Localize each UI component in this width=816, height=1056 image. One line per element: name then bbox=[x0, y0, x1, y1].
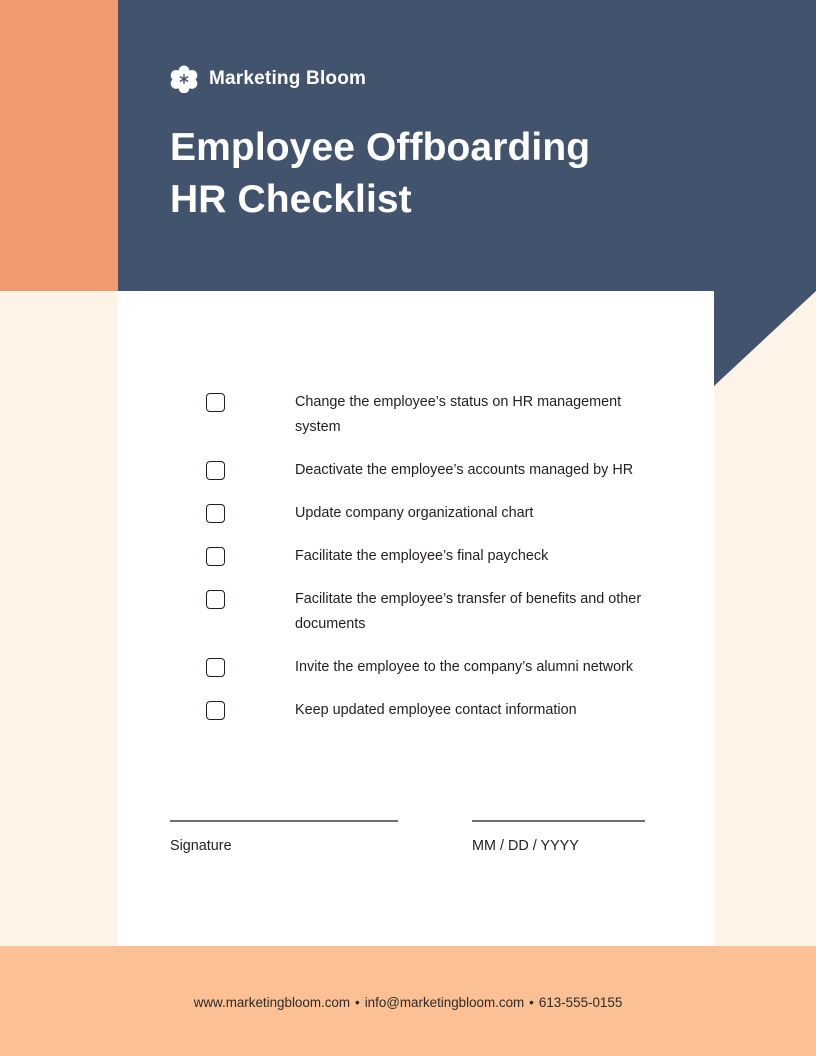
signature-field[interactable]: Signature bbox=[170, 820, 398, 856]
checkbox-icon[interactable] bbox=[206, 461, 225, 480]
checkbox-icon[interactable] bbox=[206, 701, 225, 720]
footer-separator-icon: • bbox=[529, 995, 534, 1010]
footer-email: info@marketingbloom.com bbox=[364, 995, 525, 1010]
page-title: Employee Offboarding HR Checklist bbox=[170, 122, 690, 226]
list-item[interactable]: Change the employee’s status on HR manag… bbox=[206, 390, 656, 440]
date-field[interactable]: MM / DD / YYYY bbox=[472, 820, 645, 856]
footer-phone: 613-555-0155 bbox=[538, 995, 623, 1010]
footer-contact-info: www.marketingbloom.com • info@marketingblo… bbox=[0, 993, 816, 1013]
signature-label: Signature bbox=[170, 838, 232, 854]
page-title-line-1: Employee Offboarding bbox=[170, 126, 591, 169]
list-item[interactable]: Update company organizational chart bbox=[206, 501, 656, 526]
date-line bbox=[472, 820, 645, 822]
list-item[interactable]: Invite the employee to the company’s alu… bbox=[206, 655, 656, 680]
brand-logo: Marketing Bloom bbox=[170, 62, 366, 96]
checkbox-icon[interactable] bbox=[206, 590, 225, 609]
checklist-item-label: Change the employee’s status on HR manag… bbox=[295, 394, 622, 435]
brand-name: Marketing Bloom bbox=[209, 68, 367, 89]
footer-separator-icon: • bbox=[355, 995, 360, 1010]
checkbox-icon[interactable] bbox=[206, 504, 225, 523]
date-label: MM / DD / YYYY bbox=[472, 838, 579, 854]
checklist-item-label: Invite the employee to the company’s alu… bbox=[295, 659, 634, 675]
checkbox-icon[interactable] bbox=[206, 547, 225, 566]
checklist-item-label: Keep updated employee contact informatio… bbox=[295, 702, 577, 718]
checkbox-icon[interactable] bbox=[206, 393, 225, 412]
signature-line bbox=[170, 820, 398, 822]
list-item[interactable]: Deactivate the employee’s accounts manag… bbox=[206, 458, 656, 483]
list-item[interactable]: Facilitate the employee’s transfer of be… bbox=[206, 587, 656, 637]
footer-website: www.marketingbloom.com bbox=[193, 995, 350, 1010]
checklist-item-label: Facilitate the employee’s final paycheck bbox=[295, 548, 549, 564]
checklist-item-label: Deactivate the employee’s accounts manag… bbox=[295, 462, 634, 478]
page-title-line-2: HR Checklist bbox=[170, 178, 412, 221]
checklist-item-label: Update company organizational chart bbox=[295, 505, 534, 521]
flower-blossom-icon bbox=[170, 65, 198, 94]
checklist: Change the employee’s status on HR manag… bbox=[206, 390, 656, 741]
list-item[interactable]: Keep updated employee contact informatio… bbox=[206, 698, 656, 723]
list-item[interactable]: Facilitate the employee’s final paycheck bbox=[206, 544, 656, 569]
checklist-item-label: Facilitate the employee’s transfer of be… bbox=[295, 591, 642, 632]
checkbox-icon[interactable] bbox=[206, 658, 225, 677]
left-orange-accent-panel bbox=[0, 0, 118, 291]
signature-block: Signature MM / DD / YYYY bbox=[170, 820, 650, 856]
